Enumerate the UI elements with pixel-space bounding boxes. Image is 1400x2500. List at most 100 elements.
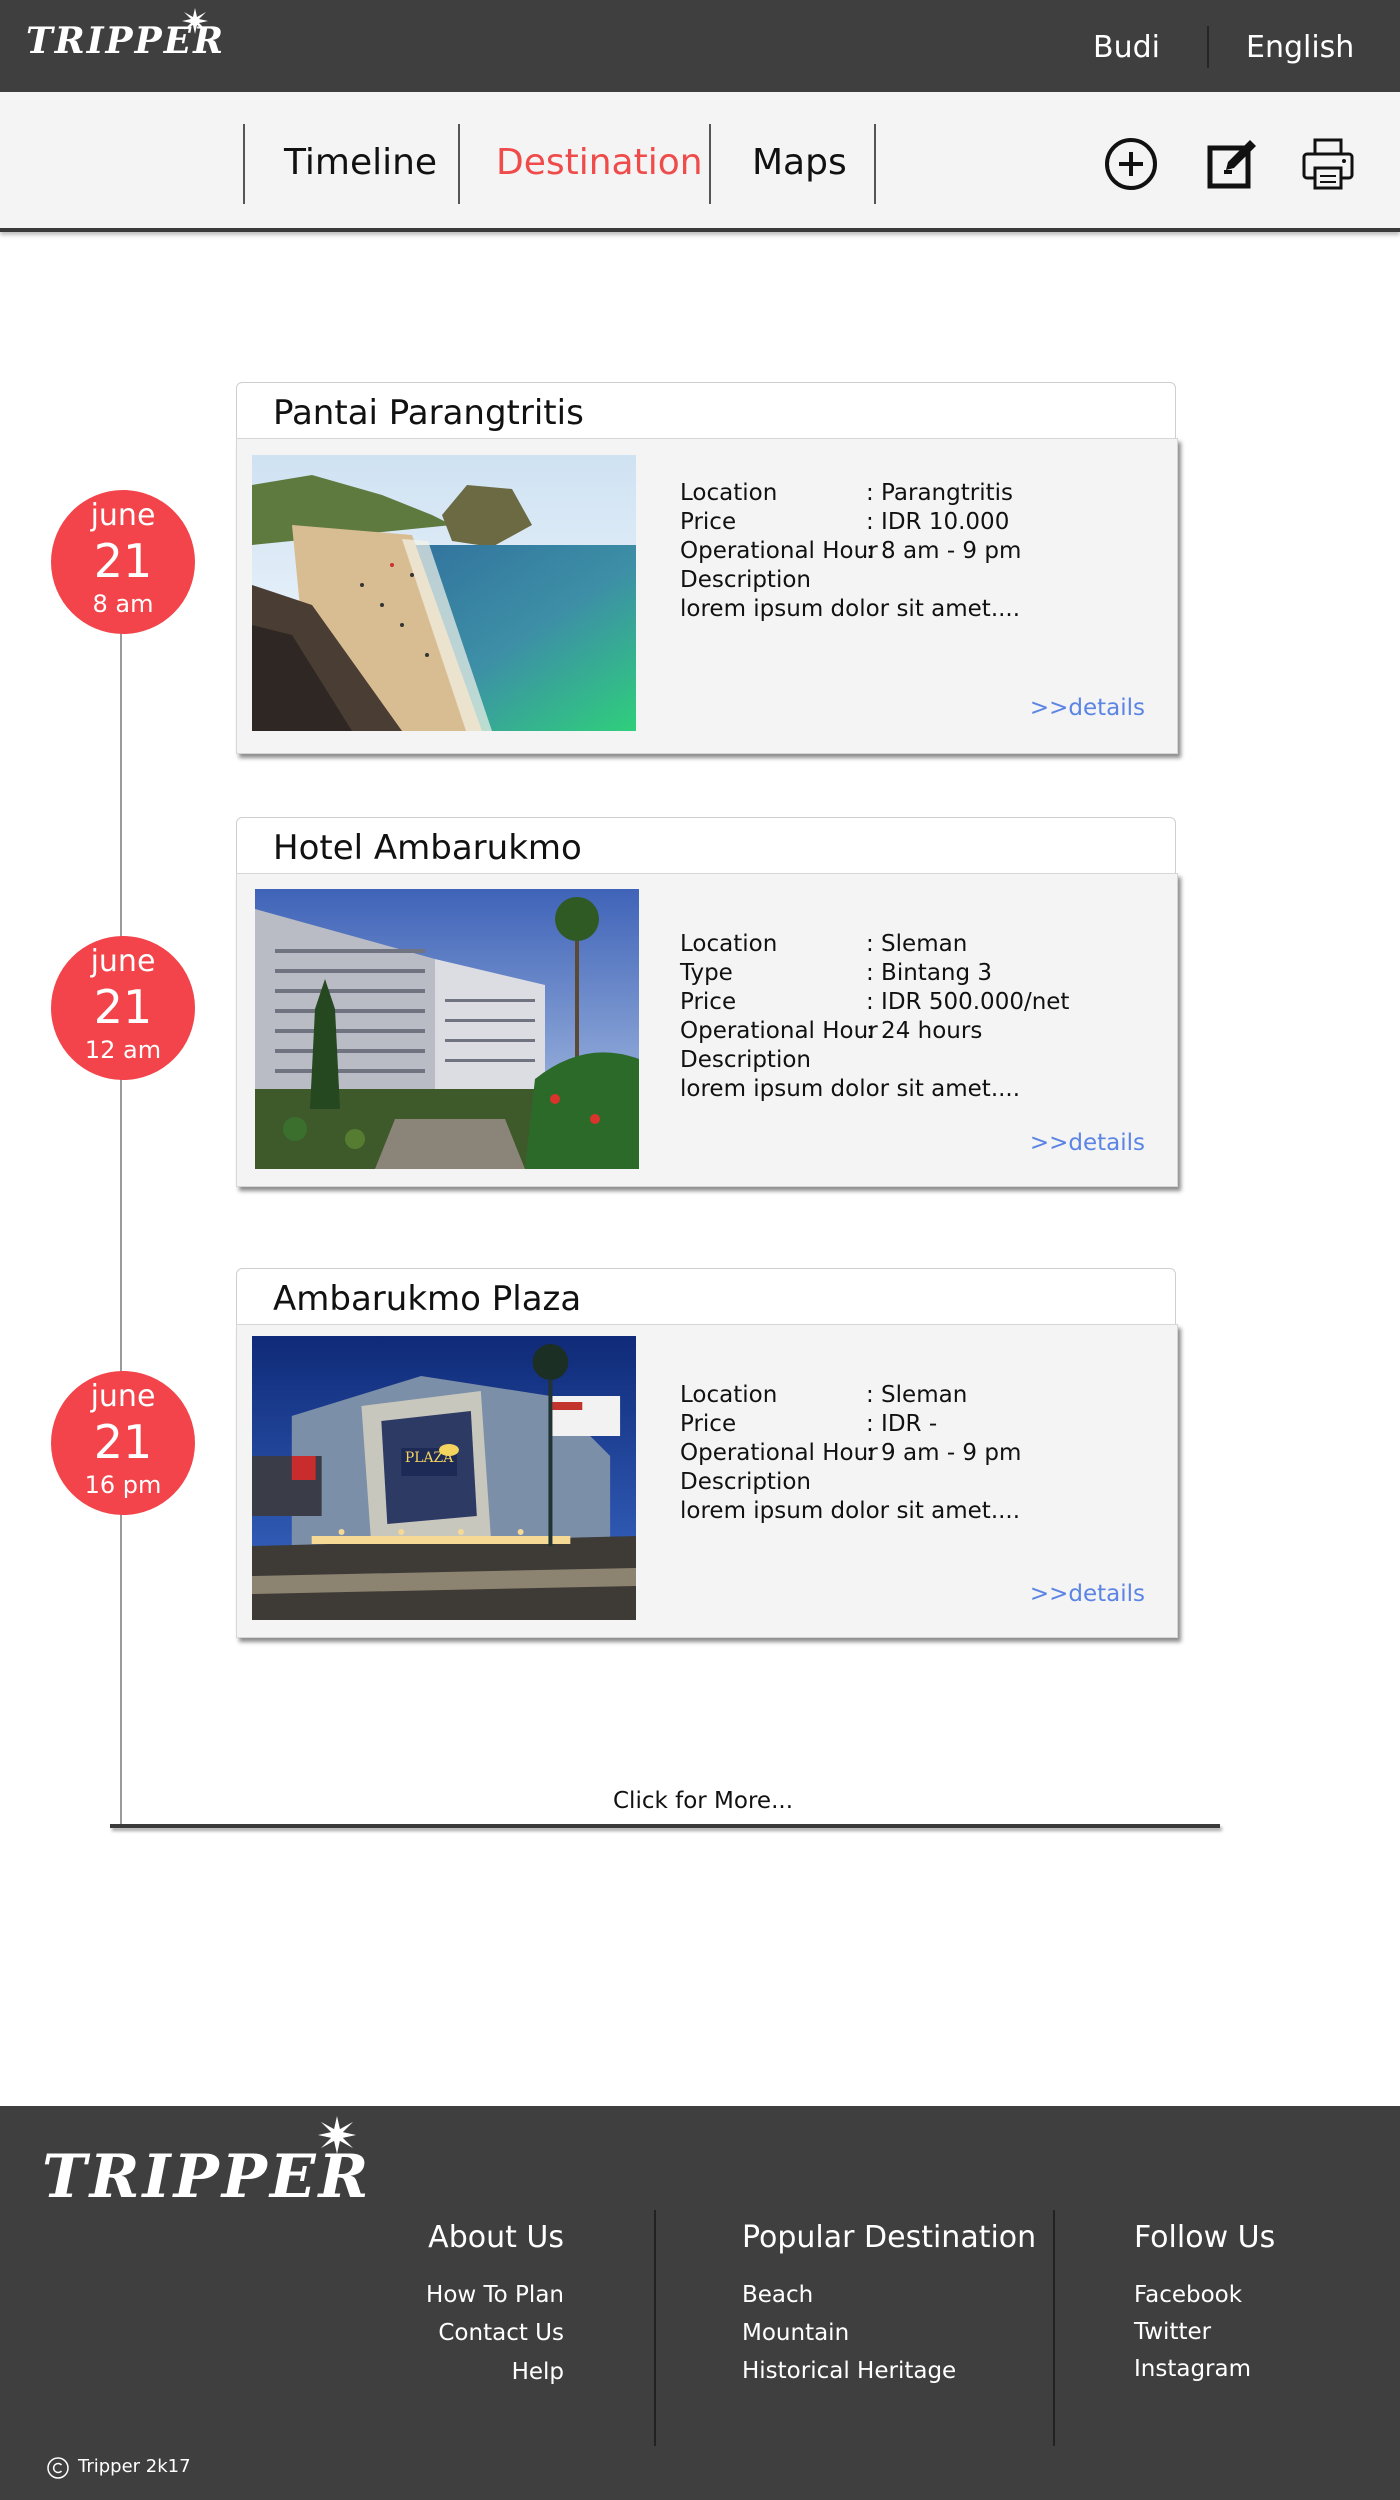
info-value: : Sleman (866, 1382, 968, 1408)
info-row: Operational Hour: 8 am - 9 pm (680, 537, 1021, 566)
details-link[interactable]: >>details (1030, 695, 1145, 721)
footer-link-twitter[interactable]: Twitter (1134, 2319, 1211, 2345)
info-label: Operational Hour (680, 1440, 878, 1466)
card-title[interactable]: Ambarukmo Plaza (273, 1279, 581, 1319)
nav-divider (458, 124, 460, 204)
footer-link-contact-us[interactable]: Contact Us (438, 2320, 564, 2346)
info-label: Description (680, 1469, 811, 1495)
info-label: lorem ipsum dolor sit amet.... (680, 1498, 1021, 1524)
card-header: Ambarukmo Plaza (236, 1268, 1176, 1328)
info-label: Price (680, 989, 737, 1015)
info-label: lorem ipsum dolor sit amet.... (680, 1076, 1021, 1102)
date-month: june (90, 1379, 156, 1414)
footer-link-help[interactable]: Help (512, 2359, 564, 2385)
date-time: 16 pm (84, 1471, 162, 1499)
plus-circle-icon[interactable] (1103, 136, 1159, 192)
tab-maps[interactable]: Maps (752, 142, 847, 183)
printer-icon[interactable] (1300, 136, 1356, 192)
info-row: Location : Sleman (680, 1381, 1021, 1410)
info-row: Description (680, 1046, 1069, 1075)
tab-destination[interactable]: Destination (496, 142, 703, 183)
info-row: Price : IDR 10.000 (680, 508, 1021, 537)
footer-link-mountain[interactable]: Mountain (742, 2320, 849, 2346)
date-time: 8 am (92, 590, 154, 618)
card-title[interactable]: Pantai Parangtritis (273, 393, 584, 433)
footer-link-historical-heritage[interactable]: Historical Heritage (742, 2358, 956, 2384)
nav-divider (709, 124, 711, 204)
card-info: Location : Sleman Price : IDR - Operationa… (680, 1381, 1021, 1526)
nav-divider (874, 124, 876, 204)
description-text: lorem ipsum dolor sit amet.... (680, 595, 1021, 624)
info-label: lorem ipsum dolor sit amet.... (680, 596, 1021, 622)
date-month: june (90, 498, 156, 533)
footer-link-beach[interactable]: Beach (742, 2282, 813, 2308)
footer-heading-follow: Follow Us (1134, 2220, 1276, 2255)
edit-icon[interactable] (1204, 136, 1260, 192)
hotel-photo (255, 889, 639, 1169)
info-value: : Sleman (866, 931, 968, 957)
description-text: lorem ipsum dolor sit amet.... (680, 1497, 1021, 1526)
details-link[interactable]: >>details (1030, 1581, 1145, 1607)
description-text: lorem ipsum dolor sit amet.... (680, 1075, 1069, 1104)
info-row: Price : IDR - (680, 1410, 1021, 1439)
user-name[interactable]: Budi (1093, 30, 1160, 65)
info-value: : IDR 10.000 (866, 509, 1010, 535)
date-day: 21 (93, 534, 153, 588)
info-value: : Bintang 3 (866, 960, 993, 986)
date-badge: june 21 8 am (51, 490, 195, 634)
info-label: Price (680, 509, 737, 535)
info-value: : 24 hours (866, 1018, 983, 1044)
info-value: : IDR - (866, 1411, 938, 1437)
footer-link-facebook[interactable]: Facebook (1134, 2282, 1242, 2308)
info-value: : IDR 500.000/net (866, 989, 1070, 1015)
copyright-text: Tripper 2k17 (78, 2456, 191, 2477)
info-label: Type (680, 960, 733, 986)
language-selector[interactable]: English (1246, 30, 1354, 65)
star-icon (182, 8, 208, 34)
destination-card: Hotel Ambarukmo Location: Sleman Type:… (236, 817, 1178, 1189)
timeline-line (120, 560, 122, 1824)
info-value: : 8 am - 9 pm (866, 538, 1022, 564)
nav-bar: Timeline Destination Maps (0, 92, 1400, 232)
footer-divider (1053, 2210, 1055, 2446)
info-row: Operational Hour: 9 am - 9 pm (680, 1439, 1021, 1468)
info-row: Location: Parangtritis (680, 479, 1021, 508)
click-for-more-link[interactable]: Click for More... (613, 1788, 793, 1814)
copyright-icon (47, 2457, 69, 2479)
info-label: Description (680, 1047, 811, 1073)
star-icon (318, 2116, 356, 2154)
date-badge: june 21 12 am (51, 936, 195, 1080)
info-label: Location (680, 480, 778, 506)
footer-heading-popular: Popular Destination (742, 2220, 1037, 2255)
destination-card: Pantai Parangtritis Location: Parangtrit… (236, 382, 1178, 754)
info-label: Description (680, 567, 811, 593)
card-title[interactable]: Hotel Ambarukmo (273, 828, 582, 868)
card-info: Location: Sleman Type : Bintang 3 Price : … (680, 930, 1069, 1104)
info-row: Description (680, 1468, 1021, 1497)
info-label: Operational Hour (680, 538, 878, 564)
card-body: PLAZA Location: Sleman Price: IDR - Oper… (236, 1324, 1178, 1638)
date-badge: june 21 16 pm (51, 1371, 195, 1515)
details-link[interactable]: >>details (1030, 1130, 1145, 1156)
info-row: Description (680, 566, 1021, 595)
date-day: 21 (93, 1415, 153, 1469)
beach-photo (252, 455, 636, 731)
tab-timeline[interactable]: Timeline (284, 142, 437, 183)
info-row: Price : IDR 500.000/net (680, 988, 1069, 1017)
footer-link-how-to-plan[interactable]: How To Plan (426, 2282, 564, 2308)
topbar-divider (1207, 26, 1209, 68)
info-value: : 9 am - 9 pm (866, 1440, 1022, 1466)
date-time: 12 am (84, 1036, 162, 1064)
card-header: Hotel Ambarukmo (236, 817, 1176, 877)
info-label: Price (680, 1411, 737, 1437)
top-bar: TRIPPER Budi English (0, 0, 1400, 92)
info-label: Location (680, 1382, 778, 1408)
card-info: Location: Parangtritis Price : IDR 10.000… (680, 479, 1021, 624)
info-label: Operational Hour (680, 1018, 878, 1044)
info-row: Location: Sleman (680, 930, 1069, 959)
destination-card: Ambarukmo Plaza PLAZA Location: Sleman P… (236, 1268, 1178, 1640)
footer-link-instagram[interactable]: Instagram (1134, 2356, 1251, 2382)
card-body: Location: Sleman Type : Bintang 3 Price : … (236, 873, 1178, 1187)
timeline-end-divider (110, 1824, 1220, 1828)
info-row: Type : Bintang 3 (680, 959, 1069, 988)
